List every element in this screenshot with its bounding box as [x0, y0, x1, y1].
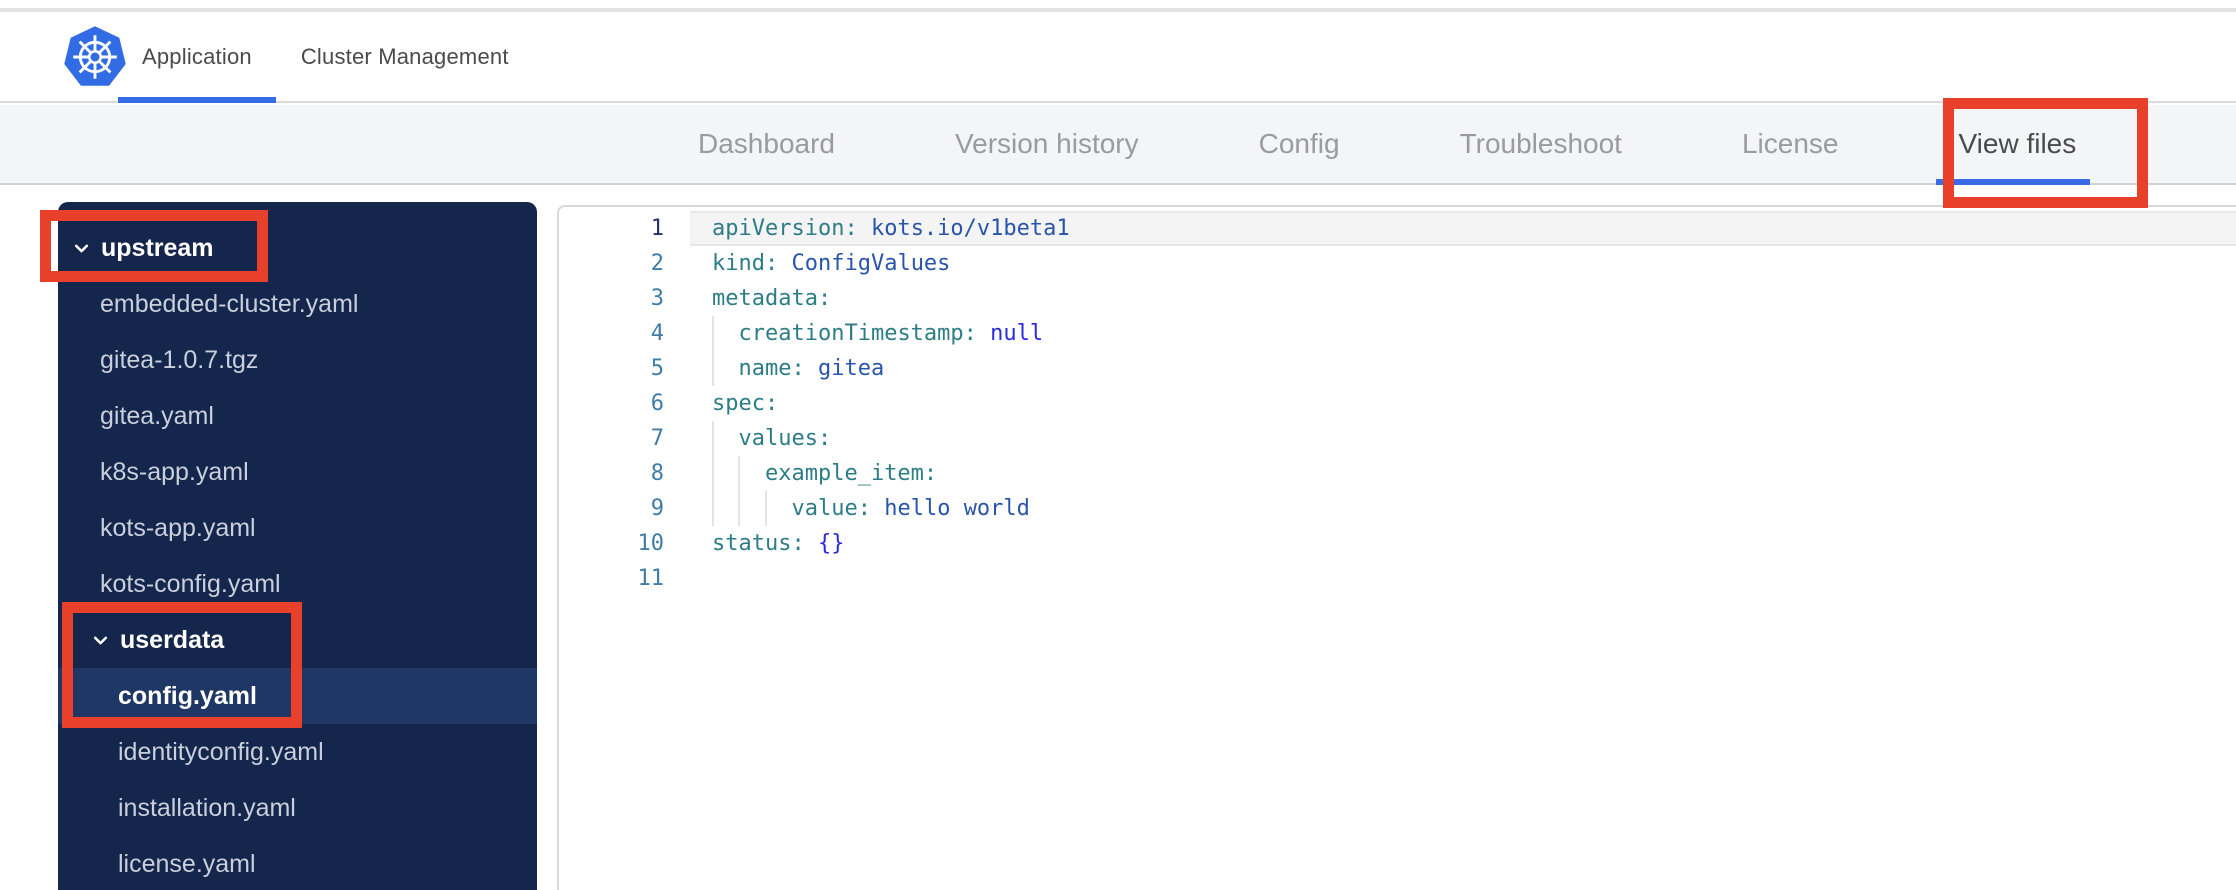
folder-label: upstream: [101, 233, 214, 262]
code-text: creationTimestamp: null: [664, 316, 1043, 351]
code-line-10[interactable]: 10 status: {}: [559, 526, 2236, 561]
line-number: 7: [650, 426, 664, 451]
tab-view-files[interactable]: View files: [1936, 105, 2090, 185]
line-number: 3: [650, 286, 664, 311]
line-number: 8: [650, 461, 664, 486]
file-label: embedded-cluster.yaml: [100, 289, 359, 318]
line-number: 10: [637, 531, 665, 556]
code-text: example_item:: [664, 456, 937, 491]
chevron-down-icon: [73, 240, 90, 257]
indent-guide: [712, 351, 714, 386]
app-header: Application Cluster Management: [0, 12, 2236, 103]
file-label: kots-app.yaml: [100, 513, 256, 542]
tab-license[interactable]: License: [1742, 105, 1839, 183]
tab-config[interactable]: Config: [1259, 105, 1340, 183]
tree-item-embedded-cluster-yaml[interactable]: embedded-cluster.yaml: [58, 276, 537, 332]
file-label: license.yaml: [118, 849, 256, 878]
tab-troubleshoot[interactable]: Troubleshoot: [1460, 105, 1622, 183]
tree-item-identityconfig-yaml[interactable]: identityconfig.yaml: [58, 724, 537, 780]
indent-guide: [738, 456, 741, 491]
code-text: spec:: [712, 391, 779, 416]
header-tab-application[interactable]: Application: [118, 12, 276, 103]
tree-item-license-yaml[interactable]: license.yaml: [58, 836, 537, 890]
folder-label: userdata: [120, 625, 225, 654]
code-text: name: gitea: [664, 351, 884, 386]
file-label: identityconfig.yaml: [118, 737, 324, 766]
tree-item-userdata[interactable]: userdata: [58, 612, 537, 668]
header-tab-cluster-management[interactable]: Cluster Management: [301, 12, 509, 101]
chevron-down-icon: [92, 632, 109, 649]
yaml-editor[interactable]: 1 apiVersion: kots.io/v1beta1 2 kind: Confi…: [557, 205, 2236, 890]
code-line-8[interactable]: 8 example_item:: [559, 456, 2236, 491]
code-line-1[interactable]: 1 apiVersion: kots.io/v1beta1: [559, 211, 2236, 246]
code-text: kind: ConfigValues: [712, 251, 951, 276]
code-line-3[interactable]: 3 metadata:: [559, 281, 2236, 316]
file-label: gitea.yaml: [100, 401, 214, 430]
code-line-9[interactable]: 9 value: hello world: [559, 491, 2236, 526]
tab-version-history[interactable]: Version history: [955, 105, 1139, 183]
tree-item-installation-yaml[interactable]: installation.yaml: [58, 780, 537, 836]
line-number: 11: [637, 566, 665, 591]
code-line-11[interactable]: 11: [559, 561, 2236, 596]
indent-guide: [738, 491, 741, 526]
file-label: installation.yaml: [118, 793, 296, 822]
tree-item-config-yaml[interactable]: config.yaml: [58, 668, 537, 724]
line-number: 2: [650, 251, 664, 276]
code-line-6[interactable]: 6 spec:: [559, 386, 2236, 421]
file-tree-sidebar: upstream embedded-cluster.yaml gitea-1.0.7…: [58, 202, 537, 890]
indent-guide: [712, 421, 714, 456]
indent-guide: [712, 456, 714, 491]
tree-item-gitea-1-0-7-tgz[interactable]: gitea-1.0.7.tgz: [58, 332, 537, 388]
file-label: gitea-1.0.7.tgz: [100, 345, 259, 374]
line-number: 9: [650, 496, 664, 521]
tree-item-kots-app-yaml[interactable]: kots-app.yaml: [58, 500, 537, 556]
code-line-7[interactable]: 7 values:: [559, 421, 2236, 456]
indent-guide: [764, 491, 767, 526]
code-text: metadata:: [712, 286, 832, 311]
tree-item-upstream[interactable]: upstream: [58, 220, 537, 276]
tree-item-kots-config-yaml[interactable]: kots-config.yaml: [58, 556, 537, 612]
header-tabs: Application Cluster Management: [118, 12, 509, 103]
file-label: config.yaml: [118, 681, 257, 710]
code-text: values:: [664, 421, 831, 456]
code-text: status: {}: [712, 531, 845, 556]
tab-dashboard[interactable]: Dashboard: [698, 105, 835, 183]
file-label: kots-config.yaml: [100, 569, 281, 598]
line-number: 1: [650, 216, 664, 241]
code-text: value: hello world: [664, 491, 1030, 526]
line-number: 6: [650, 391, 664, 416]
line-number: 4: [650, 321, 664, 346]
indent-guide: [712, 316, 714, 351]
kubernetes-logo-icon: [62, 25, 128, 89]
code-line-5[interactable]: 5 name: gitea: [559, 351, 2236, 386]
code-line-4[interactable]: 4 creationTimestamp: null: [559, 316, 2236, 351]
tree-item-gitea-yaml[interactable]: gitea.yaml: [58, 388, 537, 444]
indent-guide: [712, 491, 714, 526]
app-navbar: Dashboard Version history Config Troublesho…: [0, 105, 2236, 185]
code-text: apiVersion: kots.io/v1beta1: [712, 216, 1070, 241]
tree-item-k8s-app-yaml[interactable]: k8s-app.yaml: [58, 444, 537, 500]
line-number: 5: [650, 356, 664, 381]
code-line-2[interactable]: 2 kind: ConfigValues: [559, 246, 2236, 281]
file-label: k8s-app.yaml: [100, 457, 249, 486]
